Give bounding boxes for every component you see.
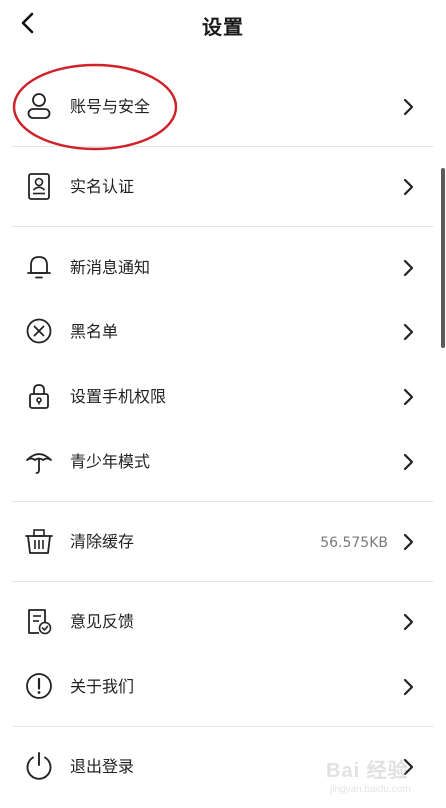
watermark-text: Bai 经验 — [326, 760, 409, 782]
settings-item-clear-cache[interactable]: 清除缓存 56.575KB — [0, 510, 434, 574]
settings-item-blacklist[interactable]: 黑名单 — [0, 300, 434, 364]
settings-item-label: 新消息通知 — [70, 258, 151, 277]
settings-item-phone-permissions[interactable]: 设置手机权限 — [0, 365, 434, 429]
chevron-right-icon — [400, 322, 416, 342]
settings-item-label: 账号与安全 — [70, 97, 151, 116]
settings-item-feedback[interactable]: 意见反馈 — [0, 590, 434, 654]
settings-item-about-us[interactable]: 关于我们 — [0, 655, 434, 719]
settings-item-label: 意见反馈 — [70, 612, 135, 631]
settings-item-label: 实名认证 — [70, 177, 135, 196]
chevron-right-icon — [400, 677, 416, 697]
scrollbar[interactable] — [441, 168, 445, 348]
divider — [12, 726, 434, 727]
settings-item-account-security[interactable]: 账号与安全 — [0, 75, 434, 139]
watermark: Bai 经验 jingyan.baidu.com — [326, 748, 444, 804]
feedback-document-icon — [22, 604, 56, 638]
trash-basket-icon — [22, 524, 56, 558]
bell-icon — [22, 250, 56, 284]
chevron-right-icon — [400, 177, 416, 197]
chevron-right-icon — [400, 97, 416, 117]
settings-item-label: 黑名单 — [70, 322, 119, 341]
cache-size-value: 56.575KB — [320, 535, 388, 551]
power-icon — [22, 749, 56, 783]
divider — [12, 581, 434, 582]
settings-item-label: 青少年模式 — [70, 452, 151, 471]
user-icon — [22, 89, 56, 123]
umbrella-icon — [22, 444, 56, 478]
id-card-icon — [22, 169, 56, 203]
chevron-right-icon — [400, 612, 416, 632]
divider — [12, 226, 434, 227]
settings-item-label: 设置手机权限 — [70, 387, 167, 406]
chevron-right-icon — [400, 532, 416, 552]
divider — [12, 146, 434, 147]
chevron-right-icon — [400, 387, 416, 407]
page-title: 设置 — [202, 15, 244, 39]
divider — [12, 501, 434, 502]
settings-item-label: 退出登录 — [70, 757, 135, 776]
settings-item-real-name[interactable]: 实名认证 — [0, 155, 434, 219]
settings-item-label: 清除缓存 — [70, 532, 135, 551]
settings-item-youth-mode[interactable]: 青少年模式 — [0, 430, 434, 494]
lock-icon — [22, 379, 56, 413]
chevron-right-icon — [400, 452, 416, 472]
info-exclamation-icon — [22, 669, 56, 703]
watermark-subtext: jingyan.baidu.com — [330, 784, 411, 795]
top-bar: 设置 — [0, 0, 446, 48]
settings-item-notifications[interactable]: 新消息通知 — [0, 236, 434, 300]
chevron-right-icon — [400, 258, 416, 278]
block-icon — [22, 314, 56, 348]
settings-item-label: 关于我们 — [70, 677, 135, 696]
